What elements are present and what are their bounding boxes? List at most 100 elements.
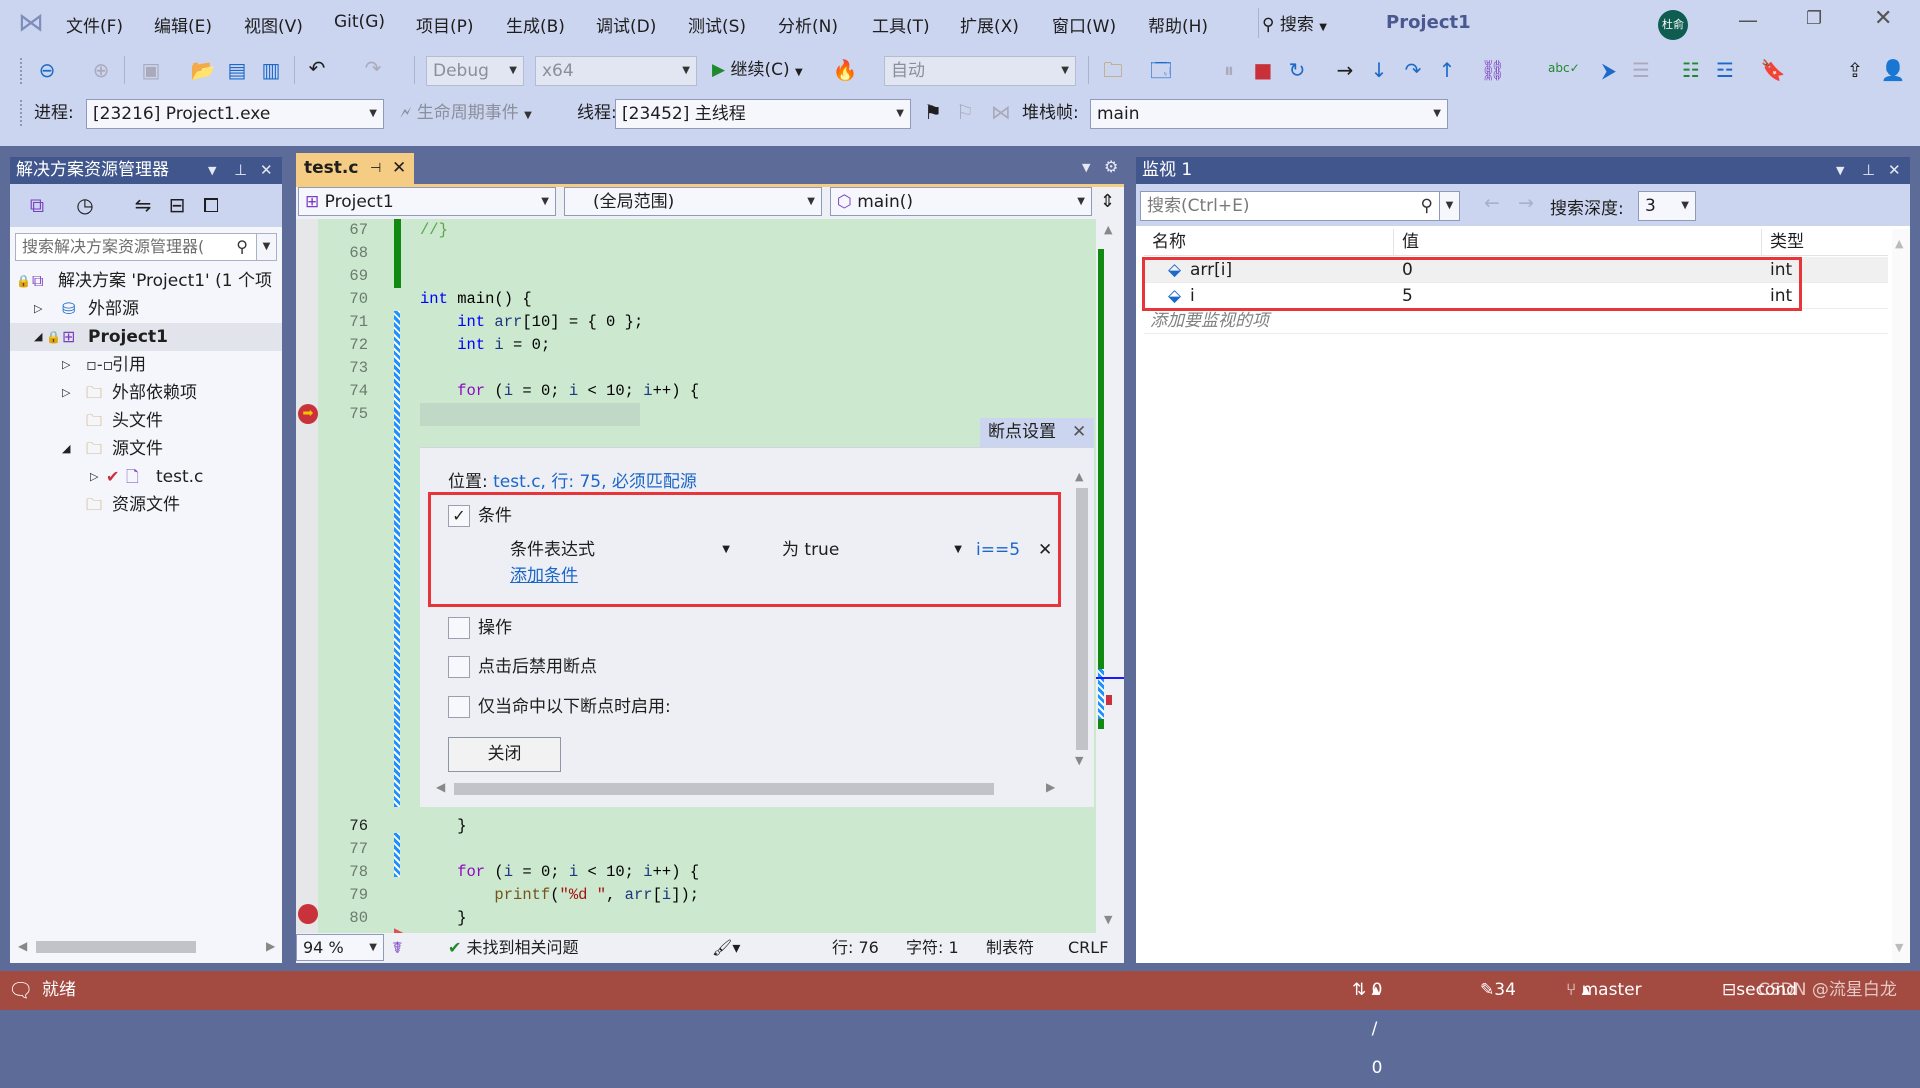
tree-item[interactable]: ▷ ✔ 🗋 test.c [10, 463, 282, 491]
menu-item[interactable]: 生成(B) [506, 12, 565, 37]
menu-item[interactable]: 项目(P) [416, 12, 474, 37]
branch-indicator[interactable]: ⑂ master ▴ [1566, 971, 1642, 1010]
restart-icon[interactable]: ↻ [1284, 58, 1310, 82]
indent-icon[interactable]: ☷ [1678, 58, 1704, 82]
code-line[interactable]: int main() { [420, 288, 532, 311]
code-line[interactable]: } [420, 907, 466, 930]
search-depth-dropdown[interactable]: 3 ▼ [1638, 191, 1696, 221]
char-indicator[interactable]: 字符: 1 [906, 934, 959, 961]
scope-nav-dropdown[interactable]: (全局范围) ▼ [564, 187, 822, 216]
auto-dropdown[interactable]: 自动 ▼ [884, 56, 1076, 86]
flag-icon[interactable]: ⚑ [920, 100, 946, 124]
spell-check-icon[interactable]: abc✓ [1548, 56, 1580, 80]
expand-icon[interactable]: ▷ [90, 463, 98, 491]
column-value[interactable]: 值 [1394, 229, 1762, 256]
tab-test-c[interactable]: test.c ⊣ ✕ [296, 153, 414, 184]
code-line[interactable]: printf("%d ", arr[i]); [420, 884, 699, 907]
back-icon[interactable]: ⊖ [34, 58, 60, 82]
forward-arrow-icon[interactable]: → [1518, 192, 1534, 214]
remove-condition-icon[interactable]: ✕ [1038, 538, 1052, 562]
step-into-icon[interactable]: ↓ [1366, 58, 1392, 82]
breakpoint-gutter[interactable] [296, 219, 318, 933]
close-icon[interactable]: ✕ [260, 157, 273, 184]
configuration-dropdown[interactable]: Debug ▼ [426, 56, 524, 86]
avatar[interactable]: 杜俞 [1658, 10, 1688, 40]
thread-dropdown[interactable]: [23452] 主线程 ▼ [615, 99, 911, 129]
open-folder-icon[interactable]: 📂 [190, 58, 216, 82]
indent-indicator[interactable]: 制表符 [986, 934, 1034, 961]
save-icon[interactable]: ▤ [224, 58, 250, 82]
bookmark-icon[interactable]: 🔖 [1760, 58, 1786, 82]
popup-vertical-scrollbar[interactable]: ▲ ▼ [1073, 470, 1090, 770]
disable-once-hit-checkbox[interactable] [448, 656, 470, 678]
pause-icon[interactable]: ⏸ [1216, 58, 1242, 82]
dependent-breakpoint-checkbox[interactable] [448, 696, 470, 718]
action-checkbox[interactable] [448, 617, 470, 639]
code-line[interactable]: //} [420, 219, 448, 242]
repo-indicator[interactable]: ⊟ second [1722, 971, 1797, 1010]
dropdown-icon[interactable]: ▼ [208, 157, 216, 184]
menu-item[interactable]: 帮助(H) [1148, 12, 1208, 37]
menu-item[interactable]: 测试(S) [688, 12, 746, 37]
add-watch-row[interactable]: 添加要监视的项 [1144, 308, 1888, 334]
step-out-icon[interactable]: ↑ [1434, 58, 1460, 82]
issues-indicator[interactable]: ✔ 未找到相关问题 [448, 934, 579, 961]
horizontal-scrollbar[interactable]: ◀ ▶ [10, 937, 282, 957]
location-link[interactable]: test.c, 行: 75, 必须匹配源 [493, 472, 697, 492]
minimize-button[interactable]: — [1738, 8, 1758, 32]
select-icon[interactable]: ⮞ [1596, 58, 1622, 82]
breakpoint-icon[interactable] [298, 904, 318, 924]
zoom-dropdown[interactable]: 94 % ▼ [296, 934, 384, 961]
tree-item[interactable]: ◢ 🔒 ⊞ Project1 [10, 323, 282, 351]
menu-item[interactable]: 文件(F) [66, 12, 123, 37]
code-line[interactable]: int i = 0; [420, 334, 550, 357]
lifecycle-events-button[interactable]: 🗲 生命周期事件 ▼ [400, 99, 532, 130]
menu-item[interactable]: 分析(N) [778, 12, 838, 37]
show-all-files-icon[interactable]: ⧠ [198, 193, 224, 217]
condition-expression-input[interactable]: i==5 [976, 538, 1020, 562]
tree-item[interactable]: ▷ 🗀 外部依赖项 [10, 379, 282, 407]
collapse-icon[interactable]: ◢ [62, 435, 70, 463]
close-tab-icon[interactable]: ✕ [392, 153, 406, 184]
column-name[interactable]: 名称 [1144, 229, 1394, 256]
comment-icon[interactable]: ☰ [1628, 58, 1654, 82]
expand-icon[interactable]: ▷ [34, 295, 42, 323]
redo-icon[interactable]: ↷ [360, 56, 386, 80]
menu-item[interactable]: Git(G) [334, 12, 385, 32]
tree-item[interactable]: ▷ ⛁ 外部源 [10, 295, 282, 323]
solution-search-input[interactable]: 搜索解决方案资源管理器( ⚲ ▼ [15, 233, 277, 261]
undo-icon[interactable]: ↶ [304, 56, 330, 80]
code-area[interactable]: 67//} 68 69 70 int main() {71 int arr[10] = … [296, 219, 1096, 933]
sync-icon[interactable]: ⇋ [130, 193, 156, 217]
dropdown-icon[interactable]: ▼ [1836, 157, 1844, 184]
watch-search-input[interactable]: 搜索(Ctrl+E) ⚲ ▼ [1140, 191, 1460, 221]
tree-item[interactable]: 🗀 资源文件 [10, 491, 282, 519]
continue-button[interactable]: ▶ 继续(C) ▼ [712, 56, 803, 87]
show-next-statement-icon[interactable]: → [1332, 58, 1358, 82]
menu-item[interactable]: 扩展(X) [960, 12, 1019, 37]
save-all-icon[interactable]: ▥ [258, 58, 284, 82]
cross-icon[interactable]: ⋈ [988, 100, 1014, 124]
restore-button[interactable]: ❐ [1806, 8, 1822, 29]
menu-item[interactable]: 调试(D) [596, 12, 656, 37]
copilot-icon[interactable]: ☤ [392, 934, 403, 961]
split-icon[interactable]: ⇕ [1100, 191, 1115, 212]
step-over-icon[interactable]: ↷ [1400, 58, 1426, 82]
expand-icon[interactable]: ▷ [62, 351, 70, 379]
cleanup-icon[interactable]: 🖌▾ [712, 934, 740, 961]
process-dropdown[interactable]: [23216] Project1.exe ▼ [86, 99, 384, 129]
share-icon[interactable]: ⇪ [1842, 58, 1868, 82]
code-line[interactable]: int arr[10] = { 0 }; [420, 311, 643, 334]
tree-item[interactable]: 🗀 头文件 [10, 407, 282, 435]
back-arrow-icon[interactable]: ← [1484, 192, 1500, 214]
pin-icon[interactable]: ⊥ [234, 157, 247, 184]
search-options-icon[interactable]: ▼ [256, 234, 276, 260]
popup-horizontal-scrollbar[interactable]: ◀ ▶ [432, 778, 1060, 800]
pending-changes-icon[interactable]: ◷ [72, 193, 98, 217]
close-breakpoint-settings-icon[interactable]: ✕ [1072, 418, 1086, 447]
menu-item[interactable]: 工具(T) [872, 12, 930, 37]
function-nav-dropdown[interactable]: ⬡ main() ▼ [830, 187, 1092, 216]
tree-item[interactable]: ◢ 🗀 源文件 [10, 435, 282, 463]
menu-item[interactable]: 视图(V) [244, 12, 303, 37]
tree-item[interactable]: 🔒 ⧉ 解决方案 'Project1' (1 个项 [10, 267, 282, 295]
